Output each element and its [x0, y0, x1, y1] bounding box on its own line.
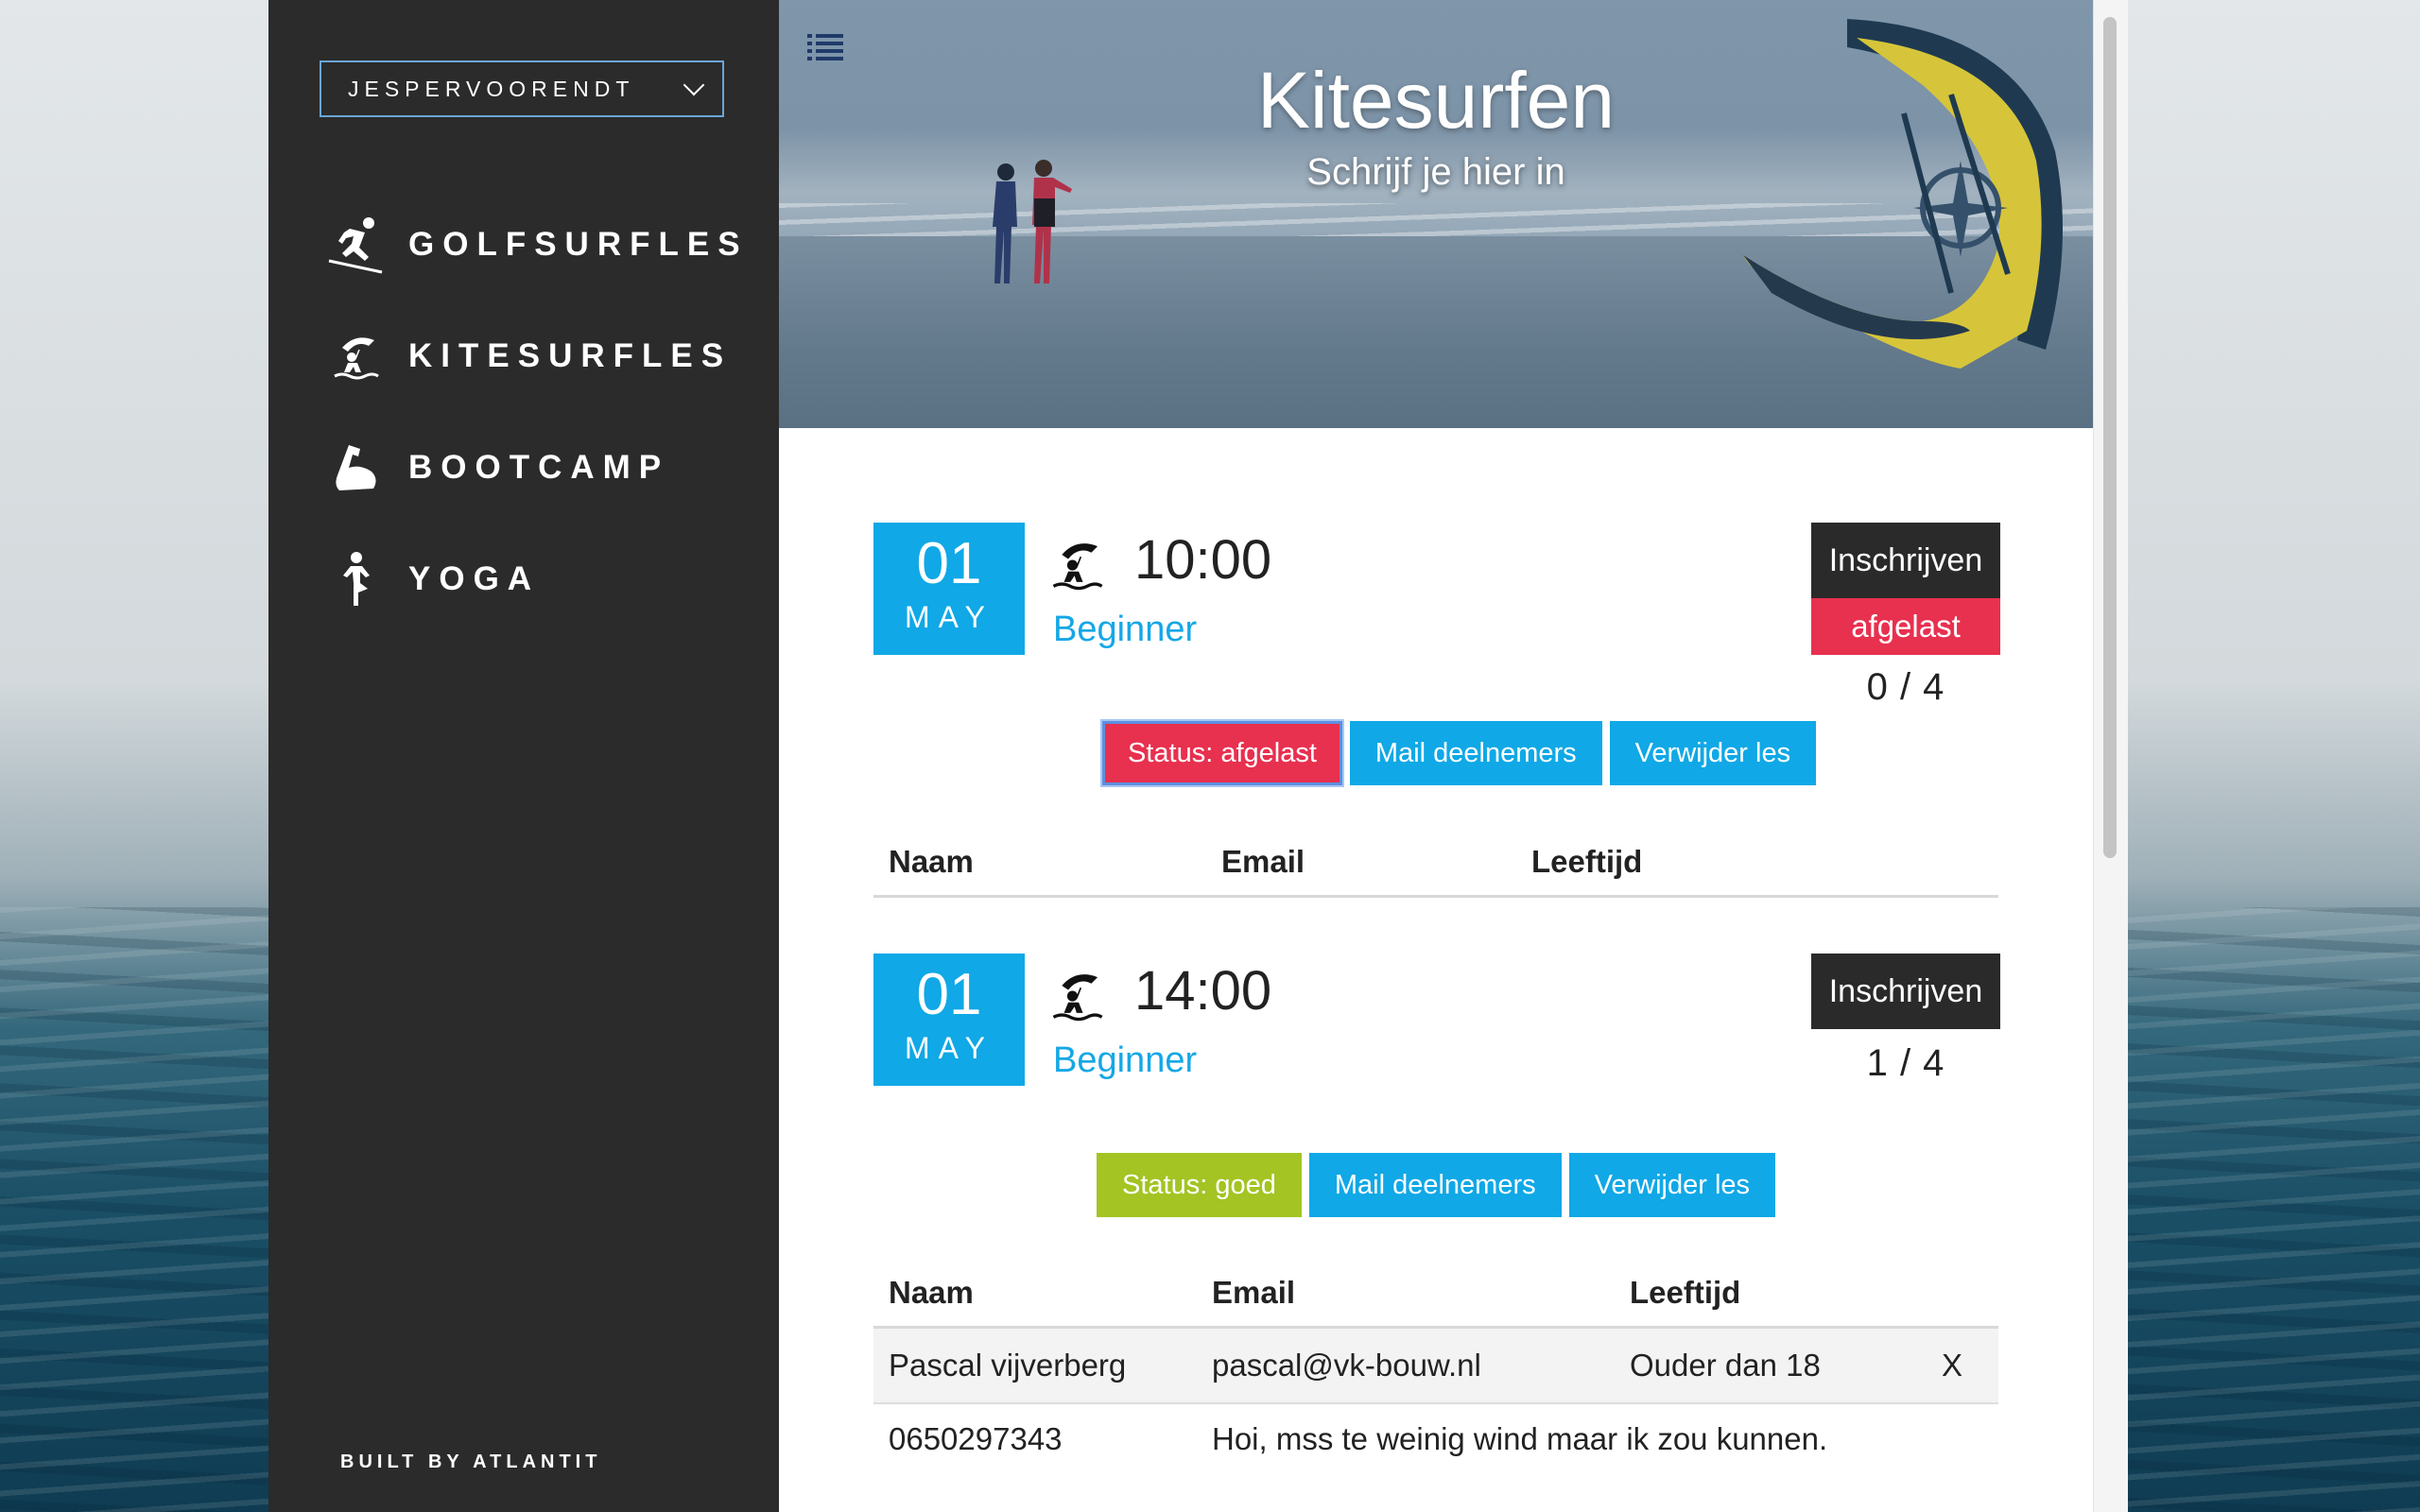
column-age: Leeftijd: [1630, 1275, 1741, 1310]
sidebar-item-label: BOOTCAMP: [408, 449, 670, 486]
user-dropdown[interactable]: JESPERVOORENDT: [320, 60, 724, 117]
table-row: 0650297343 Hoi, mss te weinig wind maar …: [873, 1402, 1998, 1476]
lesson-time: 10:00: [1134, 529, 1272, 591]
participant-name: Pascal vijverberg: [889, 1348, 1127, 1383]
participant-age: Ouder dan 18: [1630, 1348, 1821, 1383]
sidebar-item-kitesurfles[interactable]: KITESURFLES: [325, 301, 749, 412]
lesson-actions: Status: goed Mail deelnemers Verwijder l…: [1097, 1153, 1776, 1217]
participant-phone: 0650297343: [889, 1421, 1063, 1456]
column-email: Email: [1221, 844, 1305, 879]
lesson-actions: Status: afgelast Mail deelnemers Verwijd…: [1102, 721, 1817, 785]
status-button[interactable]: Status: goed: [1097, 1153, 1302, 1217]
kitesurfer-icon: [1052, 974, 1103, 1022]
participants-table-header: Naam Email Leeftijd: [873, 1256, 1998, 1329]
mail-participants-button[interactable]: Mail deelnemers: [1308, 1153, 1562, 1217]
participant-email: pascal@vk-bouw.nl: [1212, 1348, 1481, 1383]
delete-lesson-button[interactable]: Verwijder les: [1609, 721, 1817, 785]
sidebar-item-bootcamp[interactable]: BOOTCAMP: [325, 412, 749, 524]
lesson-level: Beginner: [1053, 610, 1198, 649]
column-age: Leeftijd: [1531, 844, 1643, 879]
table-row: Pascal vijverberg pascal@vk-bouw.nl Oude…: [873, 1329, 1998, 1404]
sidebar-item-yoga[interactable]: YOGA: [325, 524, 749, 635]
column-name: Naam: [889, 1275, 974, 1310]
mail-participants-button[interactable]: Mail deelnemers: [1349, 721, 1602, 785]
participant-count: 0 / 4: [1866, 666, 1945, 708]
column-email: Email: [1212, 1275, 1296, 1310]
yoga-pose-icon: [325, 548, 388, 610]
kitesurfer-icon: [1052, 543, 1103, 591]
lesson-time: 14:00: [1134, 960, 1272, 1022]
delete-lesson-button[interactable]: Verwijder les: [1568, 1153, 1776, 1217]
lesson-date: 01 MAY: [873, 954, 1025, 1086]
sidebar-nav: GOLFSURFLES KITESURFLES BOOTCAMP YOGA: [325, 189, 749, 635]
built-by-footer: BUILT BY ATLANTIT: [340, 1452, 602, 1472]
lesson-month: MAY: [905, 600, 994, 634]
participant-note: Hoi, mss te weinig wind maar ik zou kunn…: [1212, 1421, 1828, 1456]
column-name: Naam: [889, 844, 974, 879]
kitesurfer-icon: [325, 325, 388, 387]
page-title: Kitesurfen: [1256, 56, 1616, 145]
lesson-level: Beginner: [1053, 1040, 1198, 1080]
lesson-card: 01 MAY 14:00 Beginner Inschrijven 1 / 4 …: [873, 954, 2000, 1512]
remove-participant-button[interactable]: X: [1942, 1348, 1962, 1383]
scrollbar[interactable]: [2093, 0, 2128, 1512]
participants-table-header: Naam Email Leeftijd: [873, 825, 1998, 898]
status-button[interactable]: Status: afgelast: [1102, 721, 1342, 785]
cancelled-badge: afgelast: [1811, 598, 2000, 655]
lesson-card: 01 MAY 10:00 Beginner Inschrijven afgela…: [873, 523, 2000, 919]
main-content: Kitesurfen Schrijf je hier in 01 MAY 10:…: [779, 0, 2093, 1512]
lesson-day: 01: [916, 962, 982, 1027]
sidebar-item-golfsurfles[interactable]: GOLFSURFLES: [325, 189, 749, 301]
surfer-icon: [325, 214, 388, 276]
sidebar: JESPERVOORENDT GOLFSURFLES KITESURFLES B…: [268, 0, 779, 1512]
signup-button[interactable]: Inschrijven: [1811, 523, 2000, 598]
sidebar-item-label: KITESURFLES: [408, 337, 733, 374]
flexed-arm-icon: [325, 437, 388, 499]
scrollbar-thumb[interactable]: [2103, 17, 2117, 858]
user-dropdown-label: JESPERVOORENDT: [348, 76, 635, 101]
lesson-day: 01: [916, 531, 982, 596]
signup-button[interactable]: Inschrijven: [1811, 954, 2000, 1029]
list-menu-icon[interactable]: [807, 32, 843, 60]
sidebar-item-label: YOGA: [408, 560, 541, 597]
participant-count: 1 / 4: [1866, 1042, 1945, 1084]
lesson-date: 01 MAY: [873, 523, 1025, 655]
sidebar-item-label: GOLFSURFLES: [408, 226, 749, 263]
hero-banner: Kitesurfen Schrijf je hier in: [779, 0, 2093, 428]
lesson-month: MAY: [905, 1031, 994, 1065]
page-subtitle: Schrijf je hier in: [1306, 151, 1565, 193]
chevron-down-icon: [683, 74, 705, 96]
